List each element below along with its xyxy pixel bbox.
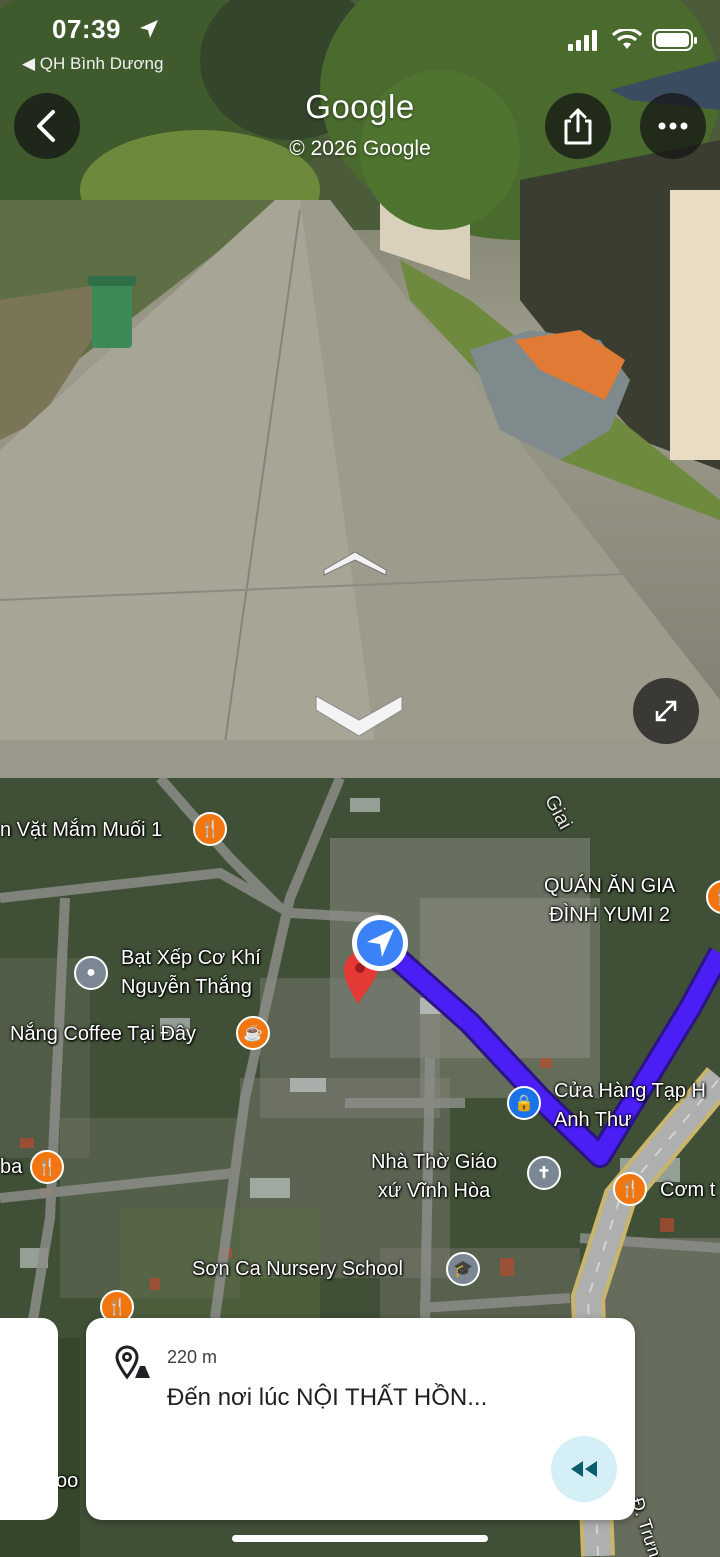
system-icons <box>568 28 698 52</box>
restaurant-pin-icon[interactable]: 🍴 <box>613 1172 647 1206</box>
place-label-com[interactable]: Cơm t <box>660 1176 715 1205</box>
restaurant-pin-icon[interactable]: 🍴 <box>30 1150 64 1184</box>
restaurant-pin-icon[interactable]: 🍴 <box>193 812 227 846</box>
place-label-mam-muoi[interactable]: n Vặt Mắm Muối 1 <box>0 816 162 845</box>
place-label-nang-coffee[interactable]: Nắng Coffee Tại Đây <box>10 1020 196 1049</box>
cellular-signal-icon <box>568 30 597 51</box>
street-view-copyright: © 2026 Google <box>289 137 431 160</box>
navigation-step-card[interactable]: 220 m Đến nơi lúc NỘI THẤT HỒN... <box>86 1318 635 1520</box>
move-backward-arrow-icon[interactable] <box>314 690 404 738</box>
place-label-yumi[interactable]: QUÁN ĂN GIA ĐÌNH YUMI 2 <box>544 872 675 930</box>
rewind-icon <box>571 1461 597 1477</box>
expand-icon <box>655 700 677 722</box>
step-distance: 220 m <box>167 1347 218 1367</box>
move-forward-arrow-icon[interactable] <box>322 548 388 576</box>
location-arrow-icon <box>140 20 158 38</box>
expand-button[interactable] <box>633 678 699 744</box>
school-pin-icon[interactable]: 🎓 <box>446 1252 480 1286</box>
share-icon <box>564 108 592 145</box>
cafe-pin-icon[interactable]: ☕ <box>236 1016 270 1050</box>
place-label-cua-hang[interactable]: Cửa Hàng Tạp H Anh Thư <box>554 1077 706 1135</box>
shopping-bag-pin-icon[interactable]: 🔒 <box>507 1086 541 1120</box>
more-button[interactable] <box>640 93 706 159</box>
back-to-app[interactable]: ◀ QH Bình Dương <box>22 54 163 74</box>
battery-icon <box>652 29 697 51</box>
back-app-label: QH Bình Dương <box>39 54 164 73</box>
step-destination: Đến nơi lúc NỘI THẤT HỒN... <box>167 1384 488 1411</box>
share-button[interactable] <box>545 93 611 159</box>
place-label-partial: oo <box>56 1470 79 1492</box>
previous-step-card[interactable] <box>0 1318 58 1520</box>
church-pin-icon[interactable]: ✝ <box>527 1156 561 1190</box>
place-label-ba[interactable]: ba <box>0 1153 22 1182</box>
more-icon <box>658 122 688 130</box>
location-pin-icon <box>115 1345 150 1380</box>
place-label-bat-xep[interactable]: Bạt Xếp Cơ Khí Nguyễn Thắng <box>121 944 261 1002</box>
street-view-panel[interactable]: 07:39 ◀ QH Bình Dương Google © 2026 Goog… <box>0 0 720 778</box>
place-label-nha-tho[interactable]: Nhà Thờ Giáo xứ Vĩnh Hòa <box>371 1148 497 1206</box>
status-time: 07:39 <box>52 14 121 44</box>
street-view-title: Google <box>305 88 415 125</box>
home-indicator[interactable] <box>232 1535 488 1542</box>
place-pin-icon[interactable]: ● <box>74 956 108 990</box>
back-triangle-icon: ◀ <box>22 54 40 73</box>
place-label-son-ca[interactable]: Sơn Ca Nursery School <box>192 1255 403 1284</box>
rewind-button[interactable] <box>551 1436 617 1502</box>
wifi-icon <box>612 29 642 49</box>
